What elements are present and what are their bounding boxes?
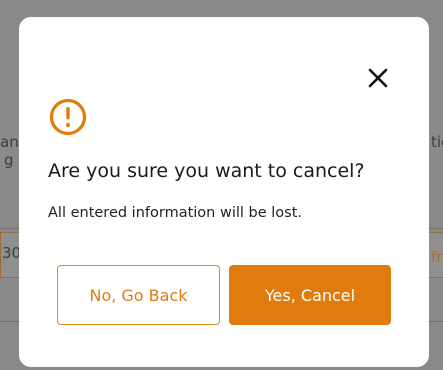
background-text-fragment: g — [4, 151, 14, 169]
confirm-cancel-dialog: Are you sure you want to cancel? All ent… — [19, 17, 429, 367]
go-back-button[interactable]: No, Go Back — [57, 265, 220, 325]
background-text-fragment: an — [0, 133, 19, 151]
confirm-cancel-button[interactable]: Yes, Cancel — [229, 265, 391, 325]
background-text-fragment: tic — [431, 133, 443, 151]
dialog-message: All entered information will be lost. — [48, 205, 303, 221]
exclamation-circle-icon — [48, 97, 88, 137]
dialog-title: Are you sure you want to cancel? — [48, 160, 365, 182]
close-button[interactable] — [367, 67, 389, 89]
close-icon — [368, 68, 388, 88]
background-text-fragment: fr — [431, 248, 443, 266]
